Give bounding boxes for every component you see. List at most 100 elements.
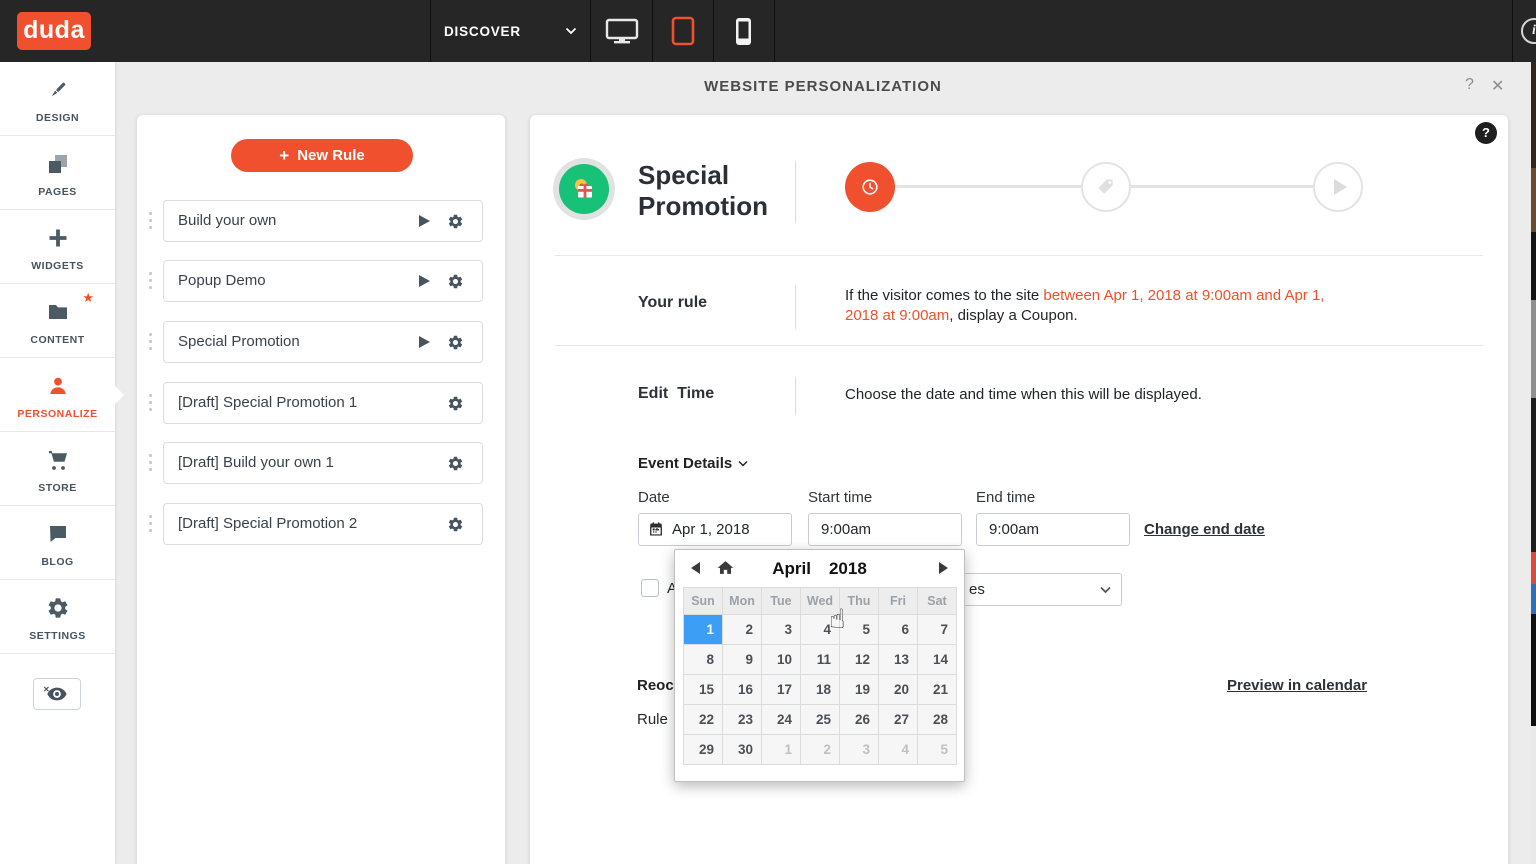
rule-name: [Draft] Special Promotion 1 (178, 394, 358, 411)
calendar-day-cell[interactable]: 13 (879, 645, 918, 675)
next-month-icon[interactable] (939, 562, 948, 574)
calendar-day-cell[interactable]: 17 (762, 675, 801, 705)
drag-handle-icon[interactable] (149, 333, 152, 350)
calendar-day-cell[interactable]: 12 (840, 645, 879, 675)
calendar-day-cell[interactable]: 22 (684, 705, 723, 735)
calendar-day-cell[interactable]: 26 (840, 705, 879, 735)
discover-menu[interactable]: DISCOVER (444, 0, 577, 62)
step-publish[interactable] (1313, 162, 1363, 212)
drag-handle-icon[interactable] (149, 272, 152, 289)
drag-handle-icon[interactable] (149, 515, 152, 532)
gear-button[interactable] (447, 455, 464, 477)
calendar-day-cell[interactable]: 8 (684, 645, 723, 675)
calendar-day-cell[interactable]: 1 (684, 615, 723, 645)
calendar-day-cell[interactable]: 6 (879, 615, 918, 645)
new-rule-button[interactable]: + New Rule (231, 139, 413, 172)
sidebar-item-widgets[interactable]: WIDGETS (0, 210, 115, 284)
sidebar-item-design[interactable]: DESIGN (0, 62, 115, 136)
calendar-day-cell[interactable]: 21 (918, 675, 957, 705)
calendar-day-cell[interactable]: 2 (723, 615, 762, 645)
sidebar-item-blog[interactable]: BLOG (0, 506, 115, 580)
sidebar-item-label: BLOG (41, 556, 74, 568)
prev-month-icon[interactable] (691, 562, 700, 574)
person-icon (0, 373, 115, 399)
calendar-day-cell[interactable]: 14 (918, 645, 957, 675)
rule-row[interactable]: [Draft] Special Promotion 2 (149, 503, 483, 545)
strip-segment (1531, 232, 1536, 300)
start-time-input[interactable] (808, 513, 962, 546)
device-phone-button[interactable] (713, 0, 774, 62)
calendar-day-cell[interactable]: 16 (723, 675, 762, 705)
preview-toggle-button[interactable]: ✕ (33, 678, 81, 710)
calendar-day-cell[interactable]: 3 (762, 615, 801, 645)
calendar-day-cell[interactable]: 30 (723, 735, 762, 765)
info-icon[interactable]: i (1521, 18, 1536, 44)
end-time-input[interactable] (976, 513, 1130, 546)
calendar-day-cell[interactable]: 2 (801, 735, 840, 765)
phone-icon (736, 17, 751, 45)
gear-button[interactable] (447, 516, 464, 538)
stepper-line (1131, 185, 1313, 188)
rule-row[interactable]: Popup Demo (149, 260, 483, 302)
gear-button[interactable] (447, 273, 464, 295)
change-end-date-link[interactable]: Change end date (1144, 521, 1265, 538)
calendar-day-cell[interactable]: 28 (918, 705, 957, 735)
help-button[interactable]: ? (1465, 76, 1474, 94)
sidebar-item-content[interactable]: ★ CONTENT (0, 284, 115, 358)
drag-handle-icon[interactable] (149, 454, 152, 471)
gear-button[interactable] (447, 213, 464, 235)
calendar-day-cell[interactable]: 19 (840, 675, 879, 705)
device-tablet-button[interactable] (652, 0, 713, 62)
preview-in-calendar-link[interactable]: Preview in calendar (1227, 677, 1367, 694)
calendar-day-cell[interactable]: 7 (918, 615, 957, 645)
calendar-day-cell[interactable]: 15 (684, 675, 723, 705)
event-details-toggle[interactable]: Event Details (638, 455, 748, 472)
checkbox[interactable] (641, 579, 659, 597)
calendar-day-cell[interactable]: 10 (762, 645, 801, 675)
play-button[interactable] (419, 215, 430, 227)
calendar-day-cell[interactable]: 18 (801, 675, 840, 705)
sidebar-item-store[interactable]: STORE (0, 432, 115, 506)
sidebar-item-pages[interactable]: PAGES (0, 136, 115, 210)
calendar-day-cell[interactable]: 25 (801, 705, 840, 735)
chevron-down-icon (1100, 586, 1111, 594)
play-button[interactable] (419, 336, 430, 348)
sidebar-item-settings[interactable]: SETTINGS (0, 580, 115, 654)
home-icon[interactable] (717, 560, 734, 580)
calendar-day-cell[interactable]: 9 (723, 645, 762, 675)
step-time-active[interactable] (845, 162, 895, 212)
close-icon[interactable]: ✕ (1491, 76, 1504, 96)
calendar-day-cell[interactable]: 3 (840, 735, 879, 765)
divider (555, 345, 1483, 346)
rule-row[interactable]: Special Promotion (149, 321, 483, 363)
rule-row[interactable]: [Draft] Build your own 1 (149, 442, 483, 484)
calendar-day-cell[interactable]: 5 (840, 615, 879, 645)
rule-row[interactable]: [Draft] Special Promotion 1 (149, 382, 483, 424)
calendar-day-cell[interactable]: 23 (723, 705, 762, 735)
calendar-day-cell[interactable]: 11 (801, 645, 840, 675)
gift-icon (559, 164, 609, 214)
recurrence-heading-partial: Reoc (637, 677, 674, 694)
topbar: duda DISCOVER i (0, 0, 1536, 62)
device-desktop-button[interactable] (591, 0, 652, 62)
duda-logo[interactable]: duda (17, 12, 91, 50)
calendar-day-cell[interactable]: 29 (684, 735, 723, 765)
drag-handle-icon[interactable] (149, 212, 152, 229)
gear-button[interactable] (447, 395, 464, 417)
play-button[interactable] (419, 275, 430, 287)
sidebar-item-label: DESIGN (35, 112, 80, 124)
sidebar-item-personalize[interactable]: PERSONALIZE (0, 358, 124, 432)
calendar-day-cell[interactable]: 20 (879, 675, 918, 705)
step-display[interactable] (1081, 162, 1131, 212)
calendar-day-cell[interactable]: 1 (762, 735, 801, 765)
modal-titlebar: WEBSITE PERSONALIZATION ? ✕ (115, 62, 1531, 115)
calendar-day-cell[interactable]: 24 (762, 705, 801, 735)
calendar-day-cell[interactable]: 4 (879, 735, 918, 765)
drag-handle-icon[interactable] (149, 394, 152, 411)
panel-help-icon[interactable]: ? (1475, 122, 1497, 144)
rule-row[interactable]: Build your own (149, 200, 483, 242)
calendar-day-cell[interactable]: 5 (918, 735, 957, 765)
calendar-day-cell[interactable]: 27 (879, 705, 918, 735)
gear-button[interactable] (447, 334, 464, 356)
plus-icon (0, 225, 115, 251)
